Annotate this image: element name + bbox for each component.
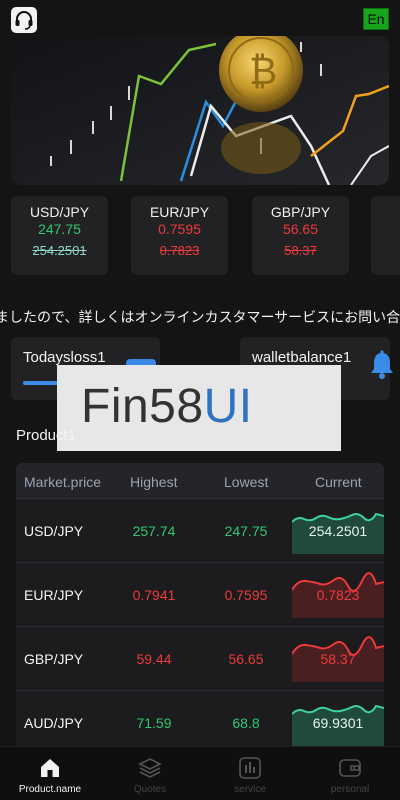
row-current: 254.2501: [308, 523, 368, 539]
rate-previous: 254.2501: [32, 243, 87, 258]
row-highest: 59.44: [136, 651, 172, 667]
row-lowest: 68.8: [232, 715, 260, 731]
section-title: Product1: [16, 427, 77, 444]
tab-personal[interactable]: personal: [300, 747, 400, 800]
rate-card-partial[interactable]: [371, 196, 400, 275]
rate-card-eur-jpy[interactable]: EUR/JPY 0.7595 0.7823: [131, 196, 228, 275]
rate-card-gbp-jpy[interactable]: GBP/JPY 56.65 58.37: [252, 196, 349, 275]
rate-card-usd-jpy[interactable]: USD/JPY 247.75 254.2501: [11, 196, 108, 275]
header-market-price: Market.price: [24, 474, 102, 490]
tab-label: service: [234, 784, 266, 795]
row-current: 69.9301: [312, 715, 364, 731]
watermark-text: Fin58UI: [81, 380, 253, 433]
banner-image: ₿: [11, 36, 389, 185]
tab-label: personal: [330, 784, 370, 795]
tab-product[interactable]: Product.name: [0, 747, 100, 800]
rate-value: 0.7595: [158, 221, 201, 237]
svg-text:₿: ₿: [249, 49, 277, 93]
row-highest: 71.59: [136, 715, 172, 731]
tab-label: Product.name: [18, 784, 82, 795]
rate-pair: USD/JPY: [29, 204, 90, 220]
notice-marquee: ましたので、詳しくはオンラインカスタマーサービスにお問い合わ: [0, 306, 400, 326]
tab-label: Quotes: [133, 784, 167, 795]
row-lowest: 0.7595: [224, 587, 268, 603]
row-pair: AUD/JPY: [24, 715, 84, 731]
layers-icon: [138, 758, 162, 778]
rate-pair: EUR/JPY: [149, 204, 210, 220]
bottom-tab-bar: Product.name Quotes service personal: [0, 746, 400, 800]
row-highest: 0.7941: [132, 587, 176, 603]
bell-icon[interactable]: [368, 350, 396, 380]
header-highest: Highest: [130, 474, 178, 490]
row-pair: USD/JPY: [24, 523, 84, 539]
progress-fill: [23, 381, 58, 385]
header-current: Current: [315, 474, 362, 490]
headset-icon[interactable]: [11, 7, 37, 33]
notice-text: ましたので、詳しくはオンラインカスタマーサービスにお問い合わ: [0, 309, 400, 325]
watermark-logo: Fin58UI: [57, 365, 341, 451]
row-lowest: 247.75: [224, 523, 268, 539]
market-table: Market.price Highest Lowest Current USD/…: [16, 463, 384, 763]
rate-previous: 58.37: [284, 243, 317, 258]
row-highest: 257.74: [132, 523, 176, 539]
chart-box-icon: [239, 757, 261, 779]
header-lowest: Lowest: [224, 474, 269, 490]
bitcoin-chart-illustration: ₿: [11, 36, 389, 185]
rate-value: 247.75: [38, 221, 81, 237]
wallet-icon: [339, 759, 361, 777]
table-row[interactable]: USD/JPY 257.74 247.75 254.2501: [16, 499, 384, 563]
rate-previous: 0.7823: [159, 243, 200, 258]
table-header: Market.price Highest Lowest Current: [16, 463, 384, 499]
row-pair: GBP/JPY: [24, 651, 84, 667]
tab-quotes[interactable]: Quotes: [100, 747, 200, 800]
language-button[interactable]: En: [363, 8, 389, 30]
tab-service[interactable]: service: [200, 747, 300, 800]
todays-loss-label: Todaysloss1: [23, 349, 106, 366]
wallet-balance-label: walletbalance1: [252, 349, 352, 366]
row-pair: EUR/JPY: [24, 587, 84, 603]
row-current: 58.37: [320, 651, 356, 667]
table-row[interactable]: EUR/JPY 0.7941 0.7595 0.7823: [16, 563, 384, 627]
table-row[interactable]: GBP/JPY 59.44 56.65 58.37: [16, 627, 384, 691]
rate-value: 56.65: [282, 221, 319, 237]
top-bar: En: [0, 0, 400, 36]
row-current: 0.7823: [316, 587, 360, 603]
rate-cards: USD/JPY 247.75 254.2501 EUR/JPY 0.7595 0…: [0, 194, 400, 276]
rate-pair: GBP/JPY: [270, 204, 331, 220]
row-lowest: 56.65: [228, 651, 264, 667]
home-icon: [41, 759, 59, 777]
